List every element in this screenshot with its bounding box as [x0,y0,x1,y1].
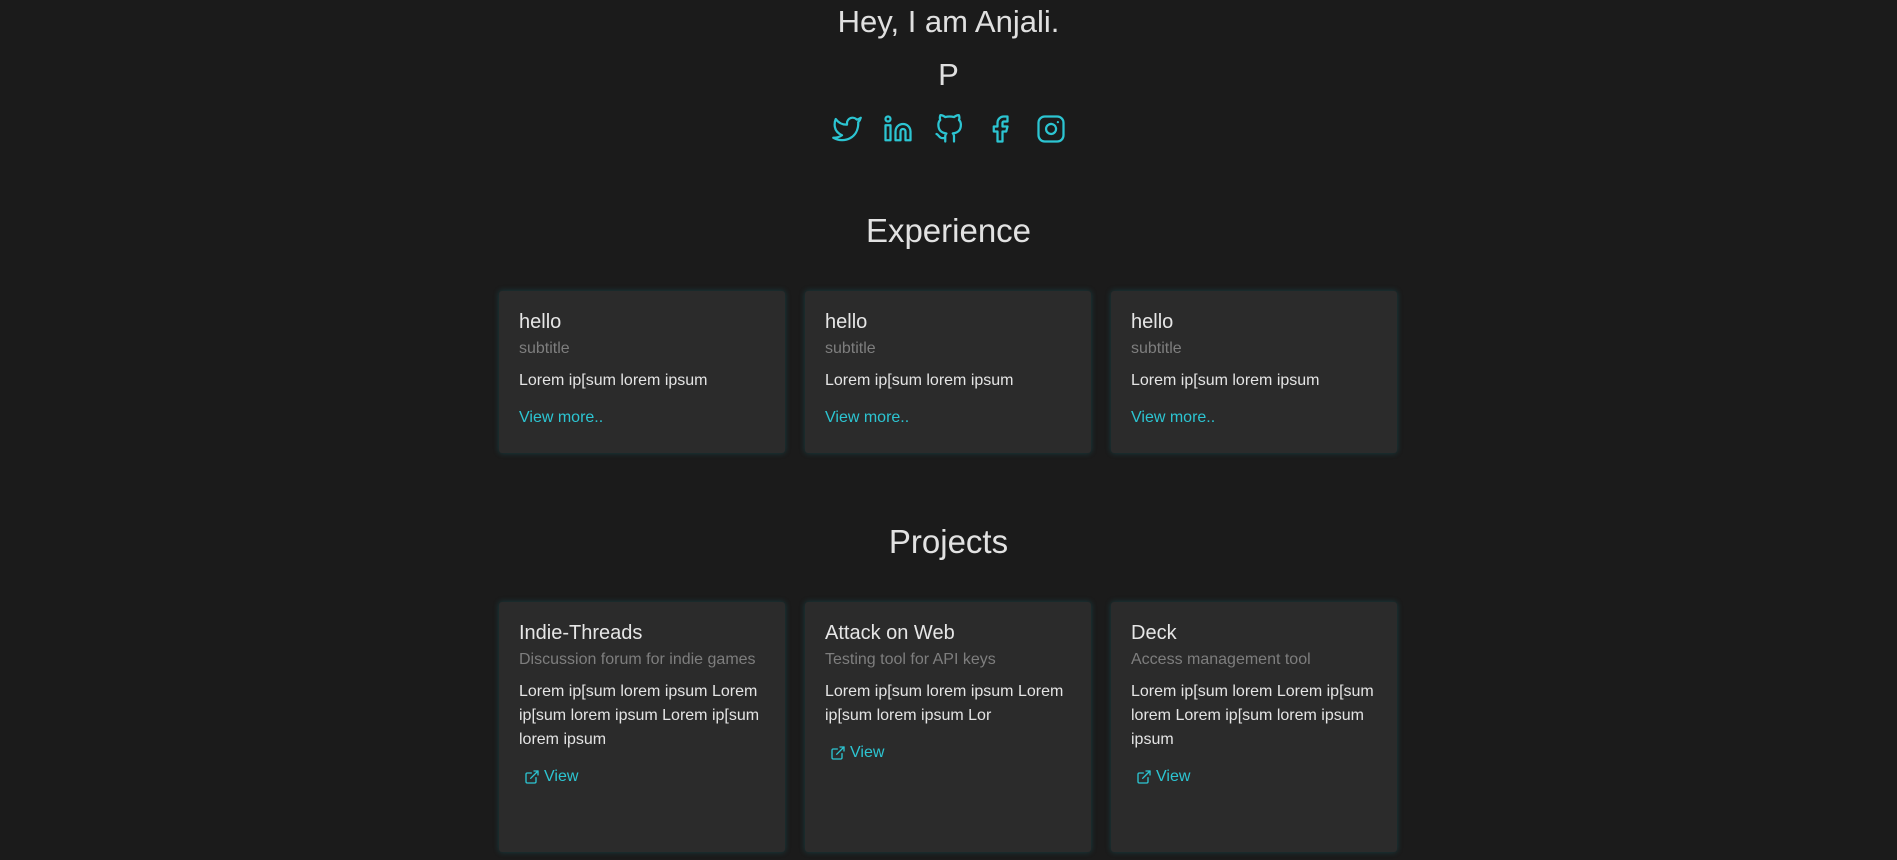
projects-heading: Projects [888,523,1009,560]
social-links [0,114,1897,144]
card-title: hello [825,311,868,333]
card-description: Lorem ip[sum lorem ipsum [825,372,1014,389]
facebook-link[interactable] [985,114,1015,144]
card-title: Indie-Threads [519,622,643,644]
card-subtitle: Testing tool for API keys [825,651,996,668]
view-project-link[interactable]: View [519,768,578,786]
card-description: Lorem ip[sum lorem ipsum [519,372,708,389]
twitter-icon [831,116,862,142]
experience-card: hello subtitle Lorem ip[sum lorem ipsum … [805,291,1091,453]
card-description: Lorem ip[sum lorem ipsum Lorem ip[sum lo… [519,683,760,748]
linkedin-link[interactable] [883,114,913,144]
card-description: Lorem ip[sum lorem ipsum Lorem ip[sum lo… [825,683,1064,724]
card-title: Attack on Web [825,622,955,644]
view-project-link[interactable]: View [825,744,884,762]
card-subtitle: subtitle [825,340,876,357]
github-icon [934,114,962,143]
card-description: Lorem ip[sum lorem Lorem ip[sum lorem Lo… [1131,683,1374,748]
tagline: P [938,57,959,92]
view-label: View [850,744,885,761]
experience-heading: Experience [865,212,1032,249]
view-more-link[interactable]: View more.. [1131,409,1215,427]
project-card: Attack on Web Testing tool for API keys … [805,602,1091,852]
experience-cards: hello subtitle Lorem ip[sum lorem ipsum … [499,291,1397,453]
external-link-icon [1137,770,1151,784]
instagram-icon [1036,115,1065,143]
greeting-heading: Hey, I am Anjali. [837,4,1060,39]
linkedin-icon [883,115,912,142]
card-title: hello [1131,311,1174,333]
card-subtitle: Discussion forum for indie games [519,651,756,668]
facebook-icon [992,115,1009,143]
project-cards: Indie-Threads Discussion forum for indie… [499,602,1397,852]
card-title: hello [519,311,562,333]
github-link[interactable] [934,114,964,144]
view-more-link[interactable]: View more.. [519,409,603,427]
view-project-link[interactable]: View [1131,768,1190,786]
experience-card: hello subtitle Lorem ip[sum lorem ipsum … [1111,291,1397,453]
external-link-icon [525,770,539,784]
card-title: Deck [1131,622,1177,644]
twitter-link[interactable] [831,114,862,144]
external-link-icon [831,746,845,760]
card-description: Lorem ip[sum lorem ipsum [1131,372,1320,389]
card-subtitle: subtitle [1131,340,1182,357]
project-card: Deck Access management tool Lorem ip[sum… [1111,602,1397,852]
experience-card: hello subtitle Lorem ip[sum lorem ipsum … [499,291,785,453]
view-label: View [1156,768,1191,785]
portfolio-page: Hey, I am Anjali. P Experience hello sub… [0,0,1897,860]
view-more-link[interactable]: View more.. [825,409,909,427]
project-card: Indie-Threads Discussion forum for indie… [499,602,785,852]
view-label: View [544,768,579,785]
instagram-link[interactable] [1036,114,1066,144]
card-subtitle: subtitle [519,340,570,357]
card-subtitle: Access management tool [1131,651,1311,668]
